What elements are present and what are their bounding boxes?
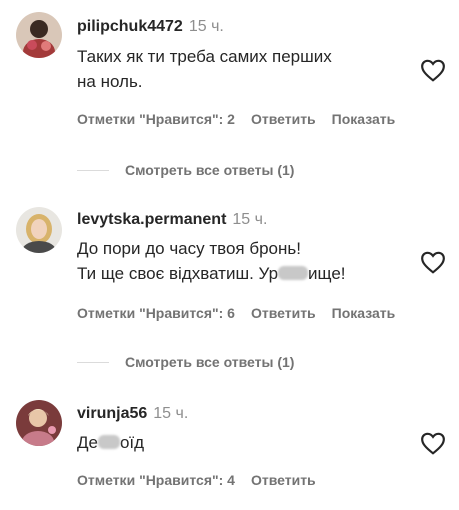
reply-button[interactable]: Ответить xyxy=(251,472,316,488)
view-replies-label[interactable]: Смотреть все ответы (1) xyxy=(125,354,294,370)
reply-button[interactable]: Ответить xyxy=(251,111,316,127)
like-button[interactable] xyxy=(420,250,446,274)
comment-actions: Отметки "Нравится": 4 Ответить xyxy=(77,472,316,488)
likes-count[interactable]: Отметки "Нравится": 6 xyxy=(77,305,235,321)
censor-blur xyxy=(278,266,309,280)
timestamp[interactable]: 15 ч. xyxy=(189,18,224,35)
username[interactable]: levytska.permanent xyxy=(77,211,226,228)
comment-actions: Отметки "Нравится": 2 Ответить Показать xyxy=(77,111,395,127)
show-translation-button[interactable]: Показать xyxy=(332,305,396,321)
comment-header: virunja56 15 ч. xyxy=(77,405,188,423)
likes-count[interactable]: Отметки "Нравится": 4 xyxy=(77,472,235,488)
comment-text: До пори до часу твоя бронь! Ти ще своє в… xyxy=(77,236,346,286)
avatar[interactable] xyxy=(16,400,62,446)
timestamp[interactable]: 15 ч. xyxy=(232,211,267,228)
show-translation-button[interactable]: Показать xyxy=(332,111,396,127)
comment-text-line: Таких як ти треба самих перших xyxy=(77,47,332,66)
heart-outline-icon xyxy=(421,59,445,82)
avatar[interactable] xyxy=(16,207,62,253)
heart-outline-icon xyxy=(421,251,445,274)
comment-text-line: Ти ще своє відхватиш. Ур ище! xyxy=(77,261,346,286)
timestamp[interactable]: 15 ч. xyxy=(153,405,188,422)
username[interactable]: virunja56 xyxy=(77,405,147,422)
comment-text-line: на ноль. xyxy=(77,72,143,91)
like-button[interactable] xyxy=(420,58,446,82)
view-replies[interactable]: Смотреть все ответы (1) xyxy=(77,162,294,178)
like-button[interactable] xyxy=(420,431,446,455)
comment-actions: Отметки "Нравится": 6 Ответить Показать xyxy=(77,305,395,321)
comment-header: levytska.permanent 15 ч. xyxy=(77,211,267,229)
heart-outline-icon xyxy=(421,432,445,455)
likes-count[interactable]: Отметки "Нравится": 2 xyxy=(77,111,235,127)
view-replies[interactable]: Смотреть все ответы (1) xyxy=(77,354,294,370)
comment-text-part: Де xyxy=(77,433,98,452)
reply-button[interactable]: Ответить xyxy=(251,305,316,321)
comment-text-part: Ти ще своє відхватиш. Ур xyxy=(77,264,279,283)
censor-blur xyxy=(97,435,120,449)
divider xyxy=(77,169,109,171)
comment-text-part: ище! xyxy=(308,264,346,283)
comment-text-line: Де оїд xyxy=(77,430,144,455)
divider xyxy=(77,361,109,363)
username[interactable]: pilipchuk4472 xyxy=(77,18,183,35)
comment-text: Таких як ти треба самих перших на ноль. xyxy=(77,44,332,94)
comment-text-part: оїд xyxy=(119,433,145,452)
view-replies-label[interactable]: Смотреть все ответы (1) xyxy=(125,162,294,178)
comment-text: Де оїд xyxy=(77,430,144,455)
comment-text-line: До пори до часу твоя бронь! xyxy=(77,239,301,258)
avatar[interactable] xyxy=(16,12,62,58)
comment-header: pilipchuk4472 15 ч. xyxy=(77,18,224,36)
